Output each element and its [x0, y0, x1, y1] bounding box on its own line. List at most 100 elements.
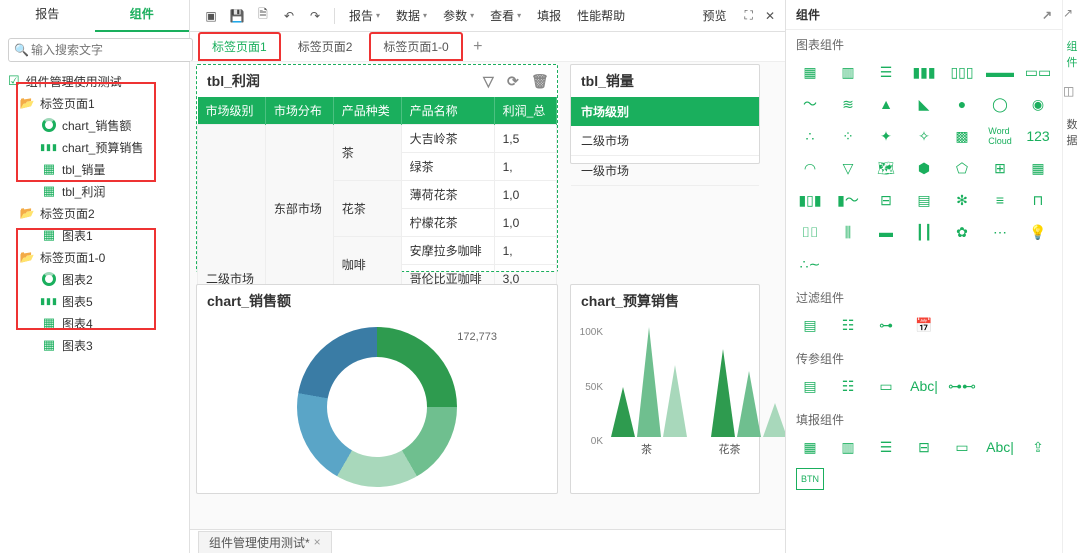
chip-stacked-bar-icon[interactable]: ▯▯▯	[948, 61, 976, 83]
tree-folder-2[interactable]: 📂标签页面2	[0, 202, 189, 224]
chip-hbar-icon[interactable]: ▬▬	[986, 61, 1014, 83]
chip-area-icon[interactable]: ▲	[872, 93, 900, 115]
chip-fill7-icon[interactable]: ⇪	[1024, 436, 1052, 458]
chip-treemap-icon[interactable]: ▦	[1024, 157, 1052, 179]
chip-filter3-icon[interactable]: ⊶	[872, 314, 900, 336]
tree-folder-1[interactable]: 📂标签页面1	[0, 92, 189, 114]
refresh-icon[interactable]: ⟳	[507, 73, 523, 89]
chip-filter2-icon[interactable]: ☷	[834, 314, 862, 336]
chip-param4-icon[interactable]: Abc|	[910, 375, 938, 397]
menu-report[interactable]: 报告▾	[343, 5, 386, 27]
chip-candlestick-icon[interactable]: ⌷⌷	[796, 221, 824, 243]
tree-item[interactable]: tbl_销量	[0, 158, 189, 180]
chip-geo-icon[interactable]: ⬢	[910, 157, 938, 179]
card-tbl-profit[interactable]: tbl_利润 ▽ ⟳ 🗑 市场级别 市场分布 产品种类 产品名称 利润_总 二级…	[196, 64, 558, 272]
chip-line-icon[interactable]: 〜	[796, 93, 824, 115]
chip-bubble-icon[interactable]: ⁘	[834, 125, 862, 147]
chip-dot-icon[interactable]: ⋯	[986, 221, 1014, 243]
rail-popout-icon[interactable]: ↗	[1063, 6, 1080, 24]
chip-candle2-icon[interactable]: ┃┃	[910, 221, 938, 243]
search-input[interactable]	[8, 38, 193, 62]
th[interactable]: 产品种类	[333, 97, 401, 125]
save-icon[interactable]: 💾	[226, 5, 248, 27]
chip-donut-icon[interactable]: ◯	[986, 93, 1014, 115]
chip-box-icon[interactable]: ⊓	[1024, 189, 1052, 211]
tree-item[interactable]: chart_预算销售	[0, 136, 189, 158]
chip-tree-icon[interactable]: ⊞	[986, 157, 1014, 179]
add-tab-button[interactable]: +	[467, 36, 489, 58]
chip-parallel-icon[interactable]: ⫼	[834, 221, 862, 243]
menu-data[interactable]: 数据▾	[390, 5, 433, 27]
chip-fill6-icon[interactable]: Abc|	[986, 436, 1014, 458]
new-icon[interactable]: ▣	[200, 5, 222, 27]
chip-list-icon[interactable]: ☰	[872, 61, 900, 83]
chip-filter4-icon[interactable]: 📅	[910, 314, 938, 336]
tree-folder-3[interactable]: 📂标签页面1-0	[0, 246, 189, 268]
chip-param5-icon[interactable]: ⊶⊷	[948, 375, 976, 397]
menu-param[interactable]: 参数▾	[437, 5, 480, 27]
tree-item[interactable]: 图表1	[0, 224, 189, 246]
close-icon[interactable]: ✕	[765, 9, 775, 23]
menu-fill[interactable]: 填报	[531, 5, 567, 27]
chip-stacked-area-icon[interactable]: ◣	[910, 93, 938, 115]
tree-item[interactable]: 图表3	[0, 334, 189, 356]
chip-rose-icon[interactable]: ✿	[948, 221, 976, 243]
left-tab-component[interactable]: 组件	[95, 0, 190, 32]
chip-gauge-icon[interactable]: ◠	[796, 157, 824, 179]
chip-pivot-icon[interactable]: ⊟	[872, 189, 900, 211]
chip-funnel-icon[interactable]: ▽	[834, 157, 862, 179]
tree-item[interactable]: 图表2	[0, 268, 189, 290]
chip-filter1-icon[interactable]: ▤	[796, 314, 824, 336]
th[interactable]: 市场级别	[571, 97, 759, 126]
tree-item[interactable]: chart_销售额	[0, 114, 189, 136]
chip-crosstab-icon[interactable]: ▥	[834, 61, 862, 83]
chip-gantt-icon[interactable]: ▬	[872, 221, 900, 243]
chip-waterfall-icon[interactable]: ▮▯▮	[796, 189, 824, 211]
chip-sunburst-icon[interactable]: ◉	[1024, 93, 1052, 115]
th[interactable]: 产品名称	[401, 97, 494, 125]
chip-param2-icon[interactable]: ☷	[834, 375, 862, 397]
chip-fill3-icon[interactable]: ☰	[872, 436, 900, 458]
close-tab-icon[interactable]: ×	[314, 535, 321, 549]
chip-radar2-icon[interactable]: ✧	[910, 125, 938, 147]
canvas-tab-2[interactable]: 标签页面2	[285, 33, 366, 60]
chip-network-icon[interactable]: ✻	[948, 189, 976, 211]
chip-heatmap-icon[interactable]: ▩	[948, 125, 976, 147]
canvas-tab-1[interactable]: 标签页面1	[198, 32, 281, 61]
chip-wordcloud-icon[interactable]: WordCloud	[986, 125, 1014, 147]
chip-fill8-icon[interactable]: BTN	[796, 468, 824, 490]
chip-scatterline-icon[interactable]: ∴∼	[796, 253, 824, 275]
th[interactable]: 市场级别	[198, 97, 266, 125]
preview-button[interactable]: 预览	[697, 5, 733, 27]
chip-fill4-icon[interactable]: ⊟	[910, 436, 938, 458]
tree-item[interactable]: tbl_利润	[0, 180, 189, 202]
chip-bar-icon[interactable]: ▮▮▮	[910, 61, 938, 83]
chip-map-icon[interactable]: 🗺	[872, 157, 900, 179]
card-chart-sales[interactable]: chart_销售额 172,773	[196, 284, 558, 494]
rail-data-icon[interactable]: ◫	[1063, 84, 1080, 102]
left-tab-report[interactable]: 报告	[0, 0, 95, 32]
chip-hstack-icon[interactable]: ▭▭	[1024, 61, 1052, 83]
th[interactable]: 利润_总	[494, 97, 556, 125]
chip-radar-icon[interactable]: ✦	[872, 125, 900, 147]
chip-multiline-icon[interactable]: ≋	[834, 93, 862, 115]
chip-param1-icon[interactable]: ▤	[796, 375, 824, 397]
undo-icon[interactable]: ↶	[278, 5, 300, 27]
filter-icon[interactable]: ▽	[483, 73, 499, 89]
chip-matrix-icon[interactable]: ▤	[910, 189, 938, 211]
tree-item[interactable]: 图表4	[0, 312, 189, 334]
menu-view[interactable]: 查看▾	[484, 5, 527, 27]
menu-perf[interactable]: 性能帮助	[571, 5, 631, 27]
fullscreen-icon[interactable]: ⛶	[745, 8, 753, 23]
rail-tab-data[interactable]: 数据	[1063, 116, 1080, 148]
card-tbl-sales[interactable]: tbl_销量 市场级别 二级市场 一级市场	[570, 64, 760, 164]
chip-combo-icon[interactable]: ▮〜	[834, 189, 862, 211]
chip-number-icon[interactable]: 123	[1024, 125, 1052, 147]
tree-root[interactable]: ☑组件管理使用测试	[0, 70, 189, 92]
th[interactable]: 市场分布	[265, 97, 333, 125]
popout-icon[interactable]: ↗	[1042, 8, 1052, 22]
delete-icon[interactable]: 🗑	[531, 73, 547, 89]
chip-pie-icon[interactable]: ●	[948, 93, 976, 115]
chip-sankey-icon[interactable]: ≡	[986, 189, 1014, 211]
chip-polygon-icon[interactable]: ⬠	[948, 157, 976, 179]
